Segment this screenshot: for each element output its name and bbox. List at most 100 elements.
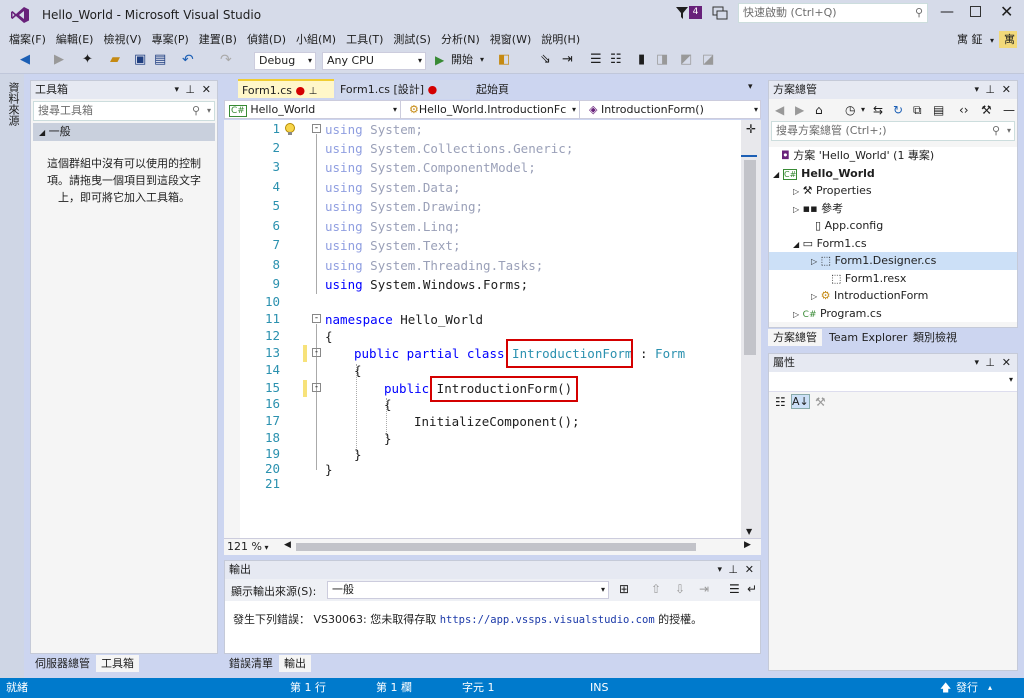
- new-project-icon[interactable]: ✦: [82, 49, 93, 71]
- member-dropdown[interactable]: ◈ IntroductionForm() ▾: [585, 101, 761, 118]
- comment-icon[interactable]: ☰: [590, 49, 602, 71]
- close-icon[interactable]: ✕: [745, 561, 754, 579]
- data-sources-tab[interactable]: 資料來源: [5, 82, 21, 126]
- sync-icon[interactable]: ⇆: [873, 99, 883, 121]
- categorized-icon[interactable]: ☷: [775, 395, 786, 409]
- step-into-icon[interactable]: ⇘: [540, 49, 551, 71]
- dropdown-icon[interactable]: ▾: [717, 561, 722, 579]
- prev-message-icon[interactable]: ⇧: [651, 582, 661, 596]
- menu-file[interactable]: 檔案(F): [4, 30, 51, 49]
- tree-item-form1-designer[interactable]: ▷ ⬚ Form1.Designer.cs: [769, 252, 1017, 270]
- browser-link-icon[interactable]: ◧: [498, 49, 510, 71]
- tab-team-explorer[interactable]: Team Explorer: [824, 329, 913, 346]
- menu-test[interactable]: 測試(S): [388, 30, 436, 49]
- menu-help[interactable]: 說明(H): [536, 30, 585, 49]
- tab-server-explorer[interactable]: 伺服器總管: [30, 655, 95, 672]
- status-publish[interactable]: 發行: [956, 678, 978, 698]
- tab-output[interactable]: 輸出: [279, 655, 311, 672]
- project-dropdown[interactable]: C# Hello_World ▾: [225, 101, 401, 118]
- toolbox-search-input[interactable]: 搜尋工具箱 ⚲ ▾: [33, 101, 215, 121]
- pin-icon[interactable]: ⊥: [985, 354, 995, 372]
- collapse-icon[interactable]: -: [312, 383, 321, 392]
- user-avatar[interactable]: 寓: [999, 31, 1017, 48]
- refresh-icon[interactable]: ↻: [893, 99, 903, 121]
- maximize-icon[interactable]: [970, 6, 981, 17]
- history-icon[interactable]: ◷: [845, 99, 855, 121]
- menu-view[interactable]: 檢視(V): [98, 30, 146, 49]
- close-icon[interactable]: ✕: [1000, 2, 1013, 21]
- menu-build[interactable]: 建置(B): [194, 30, 242, 49]
- next-location-icon[interactable]: ⇥: [699, 582, 709, 596]
- properties-icon[interactable]: ⚒: [981, 99, 992, 121]
- output-content[interactable]: 發生下列錯誤： VS30063: 您未取得存取 https://app.vssp…: [225, 601, 760, 653]
- toolbox-group-general[interactable]: ◢ 一般: [33, 123, 215, 141]
- output-url[interactable]: https://app.vssps.visualstudio.com: [440, 614, 655, 626]
- code-editor[interactable]: [224, 120, 761, 538]
- tree-item-introduction-form[interactable]: ▷ ⚙ IntroductionForm: [769, 287, 1017, 305]
- scroll-down-icon[interactable]: ▼: [746, 527, 752, 536]
- minimize-icon[interactable]: —: [940, 4, 954, 20]
- dropdown-icon[interactable]: ▾: [174, 81, 179, 99]
- feedback-icon[interactable]: [712, 5, 728, 21]
- bookmark-icon[interactable]: ▮: [638, 49, 645, 71]
- menu-debug[interactable]: 偵錯(D): [242, 30, 291, 49]
- menu-analyze[interactable]: 分析(N): [436, 30, 485, 49]
- properties-object-dropdown[interactable]: ▾: [769, 372, 1017, 392]
- lightbulb-icon[interactable]: [283, 122, 297, 136]
- pin-icon[interactable]: ⊥: [185, 81, 195, 99]
- property-pages-icon[interactable]: ⚒: [815, 395, 826, 409]
- scroll-left-icon[interactable]: ◀: [284, 540, 291, 550]
- show-all-files-icon[interactable]: ▤: [933, 99, 944, 121]
- menu-tools[interactable]: 工具(T): [341, 30, 388, 49]
- tree-item-solution[interactable]: ◘ 方案 'Hello_World' (1 專案): [769, 147, 1017, 165]
- find-message-icon[interactable]: ⊞: [619, 582, 629, 596]
- solution-platform-dropdown[interactable]: Any CPU ▾: [322, 52, 426, 70]
- view-code-icon[interactable]: ‹›: [959, 99, 969, 121]
- close-icon[interactable]: ✕: [1002, 354, 1011, 372]
- step-over-icon[interactable]: ⇥: [562, 49, 573, 71]
- tab-start-page[interactable]: 起始頁: [472, 80, 532, 99]
- alphabetical-icon[interactable]: A↓: [791, 394, 810, 409]
- user-name[interactable]: 寓 鉦: [952, 30, 988, 49]
- tab-class-view[interactable]: 類別檢視: [908, 329, 962, 346]
- tree-item-app-config[interactable]: ▯ App.config: [769, 217, 1017, 235]
- data-sources-strip[interactable]: 資料來源: [0, 74, 24, 678]
- tab-solution-explorer[interactable]: 方案總管: [768, 329, 822, 346]
- filter-icon[interactable]: [676, 7, 688, 19]
- forward-icon[interactable]: ▶: [795, 99, 804, 121]
- zoom-dropdown[interactable]: 121 % ▾: [224, 539, 274, 555]
- next-message-icon[interactable]: ⇩: [675, 582, 685, 596]
- tab-form1-designer[interactable]: Form1.cs [設計] ●: [336, 80, 470, 99]
- home-icon[interactable]: ⌂: [815, 99, 823, 121]
- tab-overflow-icon[interactable]: ▾: [748, 82, 753, 92]
- collapse-icon[interactable]: -: [312, 314, 321, 323]
- notification-badge[interactable]: 4: [689, 6, 702, 19]
- open-folder-icon[interactable]: ▰: [110, 49, 120, 71]
- undo-icon[interactable]: ↶: [182, 49, 194, 71]
- uncomment-icon[interactable]: ☷: [610, 49, 622, 71]
- start-icon[interactable]: ▶: [435, 49, 444, 71]
- output-source-dropdown[interactable]: 一般 ▾: [327, 581, 609, 599]
- collapse-icon[interactable]: -: [312, 124, 321, 133]
- save-icon[interactable]: ▣: [134, 49, 146, 71]
- prev-bookmark-icon[interactable]: ◨: [656, 49, 668, 71]
- quick-launch-input[interactable]: 快速啟動 (Ctrl+Q) ⚲: [738, 3, 928, 23]
- pin-icon[interactable]: ⊥: [728, 561, 738, 579]
- dropdown-icon[interactable]: ▾: [974, 354, 979, 372]
- word-wrap-icon[interactable]: ↵: [747, 582, 757, 596]
- forward-icon[interactable]: ▶: [54, 49, 64, 71]
- close-icon[interactable]: ✕: [202, 81, 211, 99]
- clear-all-icon[interactable]: ☰: [729, 582, 740, 596]
- menu-window[interactable]: 視窗(W): [485, 30, 536, 49]
- scroll-right-icon[interactable]: ▶: [744, 540, 751, 550]
- tree-item-properties[interactable]: ▷ ⚒ Properties: [769, 182, 1017, 200]
- dropdown-icon[interactable]: ▾: [974, 81, 979, 99]
- preview-icon[interactable]: —: [1003, 99, 1015, 121]
- split-icon[interactable]: ✛: [746, 122, 756, 136]
- tree-item-program[interactable]: ▷ C# Program.cs: [769, 305, 1017, 323]
- menu-edit[interactable]: 編輯(E): [51, 30, 99, 49]
- scroll-thumb[interactable]: [744, 160, 756, 355]
- pin-icon[interactable]: ⊥: [985, 81, 995, 99]
- tree-item-project[interactable]: ◢ C# Hello_World: [769, 165, 1017, 183]
- close-icon[interactable]: ✕: [1002, 81, 1011, 99]
